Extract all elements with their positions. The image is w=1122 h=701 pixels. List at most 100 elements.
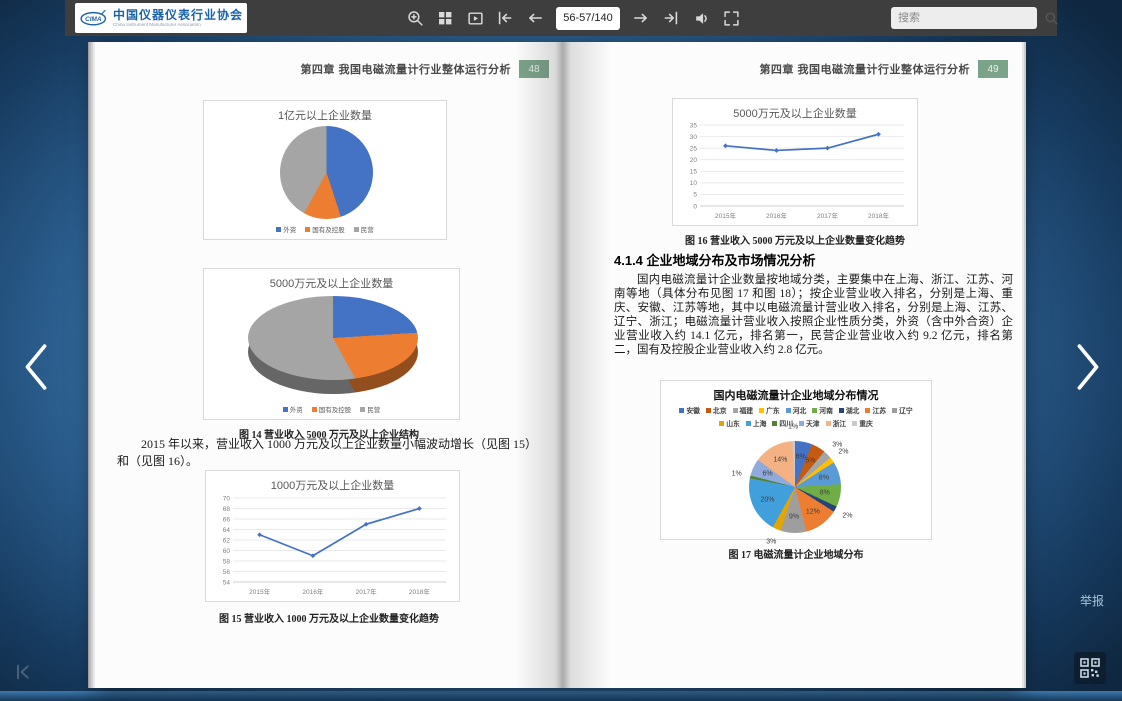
top-toolbar: CIMA 中国仪器仪表行业协会 China Instrument Manufac… bbox=[65, 0, 1057, 36]
legend-swatch bbox=[305, 227, 310, 232]
right-page-paragraph: 国内电磁流量计企业数量按地域分类，主要集中在上海、浙江、江苏、河南等地（具体分布… bbox=[614, 274, 1013, 357]
svg-text:5: 5 bbox=[693, 192, 697, 199]
background-bottom-strip bbox=[0, 691, 1122, 701]
chart-fig17: 国内电磁流量计企业地域分布情况 安徽北京福建广东河北河南湖北江苏辽宁山东上海四川… bbox=[660, 380, 932, 540]
legend-item: 福建 bbox=[733, 405, 754, 415]
legend-swatch bbox=[852, 421, 857, 426]
org-name-cn: 中国仪器仪表行业协会 bbox=[113, 9, 243, 22]
first-page-button[interactable] bbox=[492, 5, 518, 31]
slideshow-button[interactable] bbox=[462, 5, 488, 31]
legend-item: 广东 bbox=[759, 405, 780, 415]
last-page-icon bbox=[662, 9, 680, 27]
qr-share-button[interactable] bbox=[1074, 652, 1106, 684]
pie-percent-label: 5% bbox=[805, 457, 815, 464]
line-plot-fig16: 051015202530352015年2016年2017年2018年 bbox=[676, 119, 914, 222]
next-page-icon bbox=[632, 9, 650, 27]
chart-title: 1亿元以上企业数量 bbox=[204, 107, 446, 123]
page-number-input[interactable] bbox=[556, 7, 620, 30]
next-page-button[interactable] bbox=[628, 5, 654, 31]
pie3d-fig14 bbox=[248, 296, 418, 396]
caption-fig15: 图 15 营业收入 1000 万元及以上企业数量变化趋势 bbox=[159, 610, 499, 625]
qr-code-icon bbox=[1080, 658, 1100, 678]
svg-text:0: 0 bbox=[693, 203, 697, 210]
pie-percent-label: 3% bbox=[766, 538, 776, 545]
svg-text:56: 56 bbox=[223, 569, 231, 576]
org-logo[interactable]: CIMA 中国仪器仪表行业协会 China Instrument Manufac… bbox=[75, 3, 247, 33]
prev-page-icon bbox=[526, 9, 544, 27]
zoom-in-button[interactable] bbox=[402, 5, 428, 31]
chevron-left-icon bbox=[16, 340, 56, 394]
pie-fig13 bbox=[280, 126, 373, 219]
chart-title: 国内电磁流量计企业地域分布情况 bbox=[661, 387, 931, 403]
chart-fig14: 5000万元及以上企业数量 外资国有及控股民营 bbox=[203, 268, 460, 420]
legend-item: 外资 bbox=[283, 404, 303, 414]
svg-text:54: 54 bbox=[223, 579, 231, 586]
zoom-in-icon bbox=[407, 10, 424, 27]
svg-text:60: 60 bbox=[223, 548, 231, 555]
chart-title: 5000万元及以上企业数量 bbox=[204, 275, 459, 291]
svg-text:15: 15 bbox=[690, 169, 698, 176]
page-number-badge: 48 bbox=[519, 60, 549, 78]
legend-swatch bbox=[312, 407, 317, 412]
chart-title: 1000万元及以上企业数量 bbox=[206, 477, 459, 493]
svg-text:2017年: 2017年 bbox=[817, 211, 838, 220]
pie-percent-label: 1% bbox=[732, 470, 742, 477]
first-page-icon bbox=[496, 9, 514, 27]
svg-text:2016年: 2016年 bbox=[766, 211, 787, 220]
legend-swatch bbox=[799, 421, 804, 426]
legend-item: 河北 bbox=[786, 405, 807, 415]
svg-text:2017年: 2017年 bbox=[356, 587, 377, 596]
pie-percent-label: 1% bbox=[788, 424, 798, 431]
legend-item: 河南 bbox=[812, 405, 833, 415]
svg-text:2015年: 2015年 bbox=[715, 211, 736, 220]
legend-swatch bbox=[892, 408, 897, 413]
chevron-right-icon bbox=[1068, 340, 1108, 394]
legend-item: 民营 bbox=[354, 224, 374, 234]
legend-item: 重庆 bbox=[852, 418, 873, 428]
search-input[interactable] bbox=[891, 12, 1044, 24]
legend-item: 浙江 bbox=[826, 418, 847, 428]
legend-swatch bbox=[360, 407, 365, 412]
search-button[interactable] bbox=[1044, 7, 1059, 29]
sound-button[interactable] bbox=[688, 5, 714, 31]
report-link[interactable]: 举报 bbox=[1080, 592, 1104, 609]
legend-swatch bbox=[786, 408, 791, 413]
legend-item: 辽宁 bbox=[892, 405, 913, 415]
fullscreen-button[interactable] bbox=[718, 5, 744, 31]
legend-item: 山东 bbox=[719, 418, 740, 428]
first-page-faint-button[interactable] bbox=[14, 662, 34, 682]
svg-text:62: 62 bbox=[223, 537, 231, 544]
legend-item: 北京 bbox=[706, 405, 727, 415]
legend-item: 湖北 bbox=[839, 405, 860, 415]
pie-percent-label: 2% bbox=[838, 448, 848, 455]
thumbnails-button[interactable] bbox=[432, 5, 458, 31]
legend-item: 天津 bbox=[799, 418, 820, 428]
next-spread-button[interactable] bbox=[1062, 340, 1114, 396]
legend-swatch bbox=[719, 421, 724, 426]
prev-spread-button[interactable] bbox=[10, 340, 62, 396]
section-heading: 4.1.4 企业地域分布及市场情况分析 bbox=[614, 250, 816, 269]
prev-page-button[interactable] bbox=[522, 5, 548, 31]
caption-fig16: 图 16 营业收入 5000 万元及以上企业数量变化趋势 bbox=[605, 232, 985, 247]
legend-swatch bbox=[354, 227, 359, 232]
left-page-paragraph: 2015 年以来，营业收入 1000 万元及以上企业数量小幅波动增长（见图 15… bbox=[117, 436, 537, 470]
chart-fig13: 1亿元以上企业数量 外资国有及控股民营 bbox=[203, 100, 447, 240]
chapter-title: 第四章 我国电磁流量计行业整体运行分析 bbox=[759, 61, 970, 77]
chapter-title: 第四章 我国电磁流量计行业整体运行分析 bbox=[300, 61, 511, 77]
legend-swatch bbox=[759, 408, 764, 413]
page-right-header: 第四章 我国电磁流量计行业整体运行分析 49 bbox=[759, 60, 1008, 78]
sound-icon bbox=[693, 10, 710, 27]
pie-percent-label: 14% bbox=[773, 457, 787, 464]
svg-text:70: 70 bbox=[223, 495, 231, 502]
svg-text:58: 58 bbox=[223, 558, 231, 565]
page-left: 第四章 我国电磁流量计行业整体运行分析 48 1亿元以上企业数量 外资国有及控股… bbox=[95, 42, 563, 688]
pie3d-top bbox=[248, 296, 418, 380]
legend-swatch bbox=[276, 227, 281, 232]
svg-text:2018年: 2018年 bbox=[868, 211, 889, 220]
pie-percent-label: 8% bbox=[819, 474, 829, 481]
last-page-button[interactable] bbox=[658, 5, 684, 31]
legend-item: 上海 bbox=[746, 418, 767, 428]
svg-text:CIMA: CIMA bbox=[85, 16, 102, 23]
legend-item: 江苏 bbox=[865, 405, 886, 415]
legend-swatch bbox=[772, 421, 777, 426]
